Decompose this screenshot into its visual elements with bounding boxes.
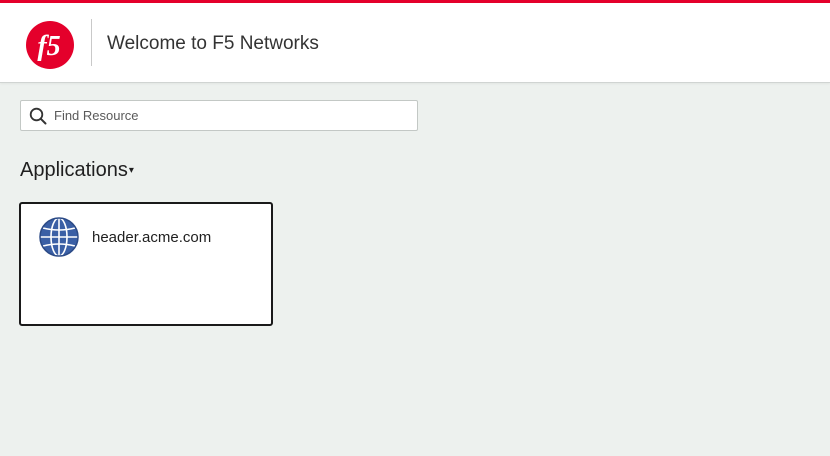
globe-icon	[39, 217, 79, 257]
search-box[interactable]	[20, 100, 418, 131]
chevron-down-icon: ▾	[128, 165, 134, 177]
f5-logo: f5	[26, 21, 74, 69]
page-title: Welcome to F5 Networks	[107, 33, 319, 54]
app-tile[interactable]: header.acme.com	[19, 202, 273, 326]
applications-heading: Applications	[20, 159, 128, 181]
header: f5 Welcome to F5 Networks	[0, 3, 830, 83]
search-input[interactable]	[54, 101, 409, 130]
app-tile-label: header.acme.com	[92, 229, 212, 246]
svg-text:f5: f5	[37, 31, 60, 62]
search-icon	[29, 107, 47, 125]
applications-dropdown[interactable]: Applications▾	[20, 159, 134, 182]
header-divider	[91, 19, 92, 66]
